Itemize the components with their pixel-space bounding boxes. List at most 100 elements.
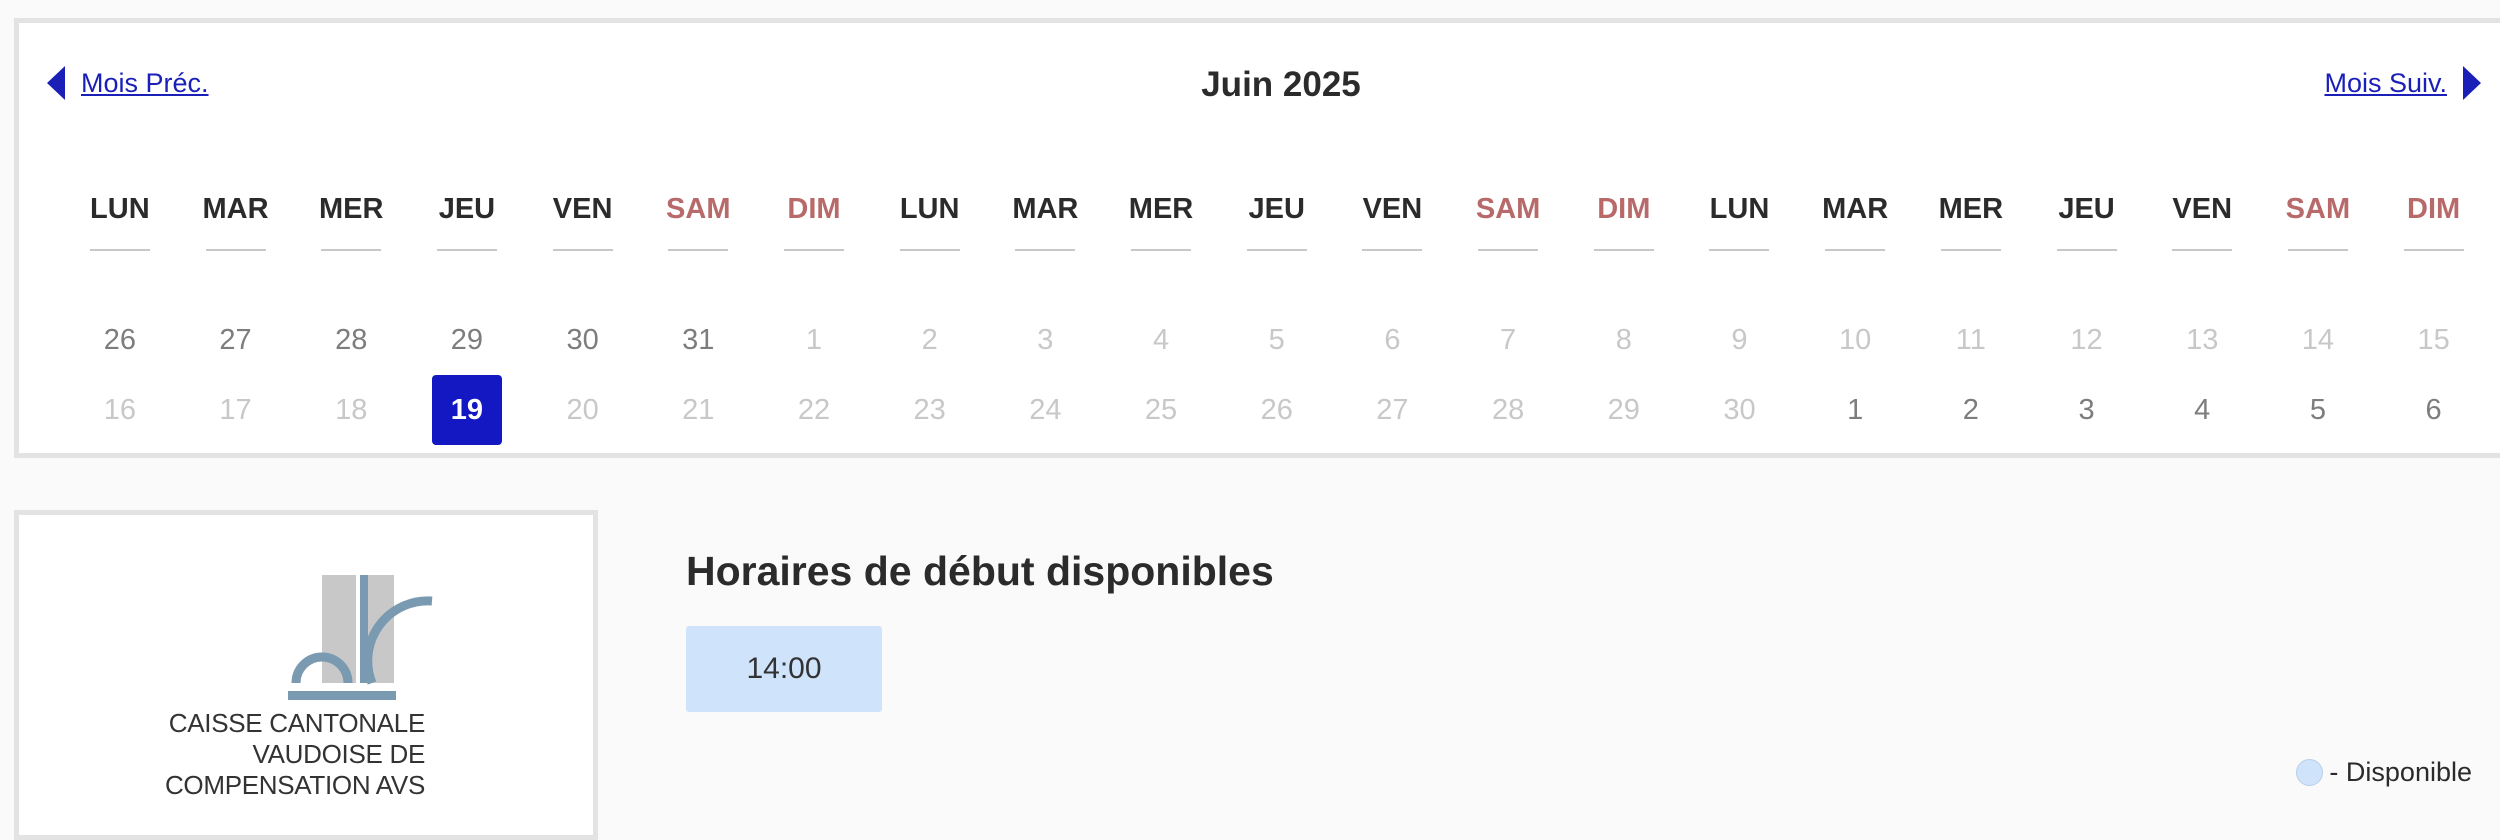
weekday-header: MAR bbox=[1797, 193, 1913, 255]
available-times-heading: Horaires de début disponibles bbox=[686, 548, 1274, 594]
grid-spacer bbox=[178, 255, 294, 305]
availability-legend: - Disponible bbox=[2296, 757, 2472, 788]
day-cell[interactable]: 31 bbox=[640, 305, 756, 375]
day-cell: 7 bbox=[1450, 305, 1566, 375]
day-cell: 22 bbox=[756, 375, 872, 445]
day-cell: 15 bbox=[2376, 305, 2492, 375]
day-number: 20 bbox=[566, 394, 599, 426]
day-number: 18 bbox=[335, 394, 368, 426]
grid-spacer bbox=[409, 255, 525, 305]
organization-logo-icon bbox=[288, 575, 433, 700]
organization-name: CAISSE CANTONALE VAUDOISE DE COMPENSATIO… bbox=[165, 708, 425, 801]
day-number: 3 bbox=[2078, 394, 2095, 426]
day-cell: 11 bbox=[1913, 305, 2029, 375]
weekday-header: VEN bbox=[2144, 193, 2260, 255]
day-number: 28 bbox=[335, 324, 368, 356]
day-cell: 14 bbox=[2260, 305, 2376, 375]
weekday-header: MER bbox=[293, 193, 409, 255]
weekday-header: LUN bbox=[1682, 193, 1798, 255]
day-number: 5 bbox=[2309, 394, 2326, 426]
weekday-header: MAR bbox=[178, 193, 294, 255]
day-number: 4 bbox=[2194, 394, 2211, 426]
day-number: 9 bbox=[1731, 324, 1748, 356]
day-cell: 21 bbox=[640, 375, 756, 445]
grid-spacer bbox=[756, 255, 872, 305]
prev-month-link[interactable]: Mois Préc. bbox=[47, 63, 209, 103]
grid-spacer bbox=[293, 255, 409, 305]
day-cell[interactable]: 30 bbox=[525, 305, 641, 375]
day-cell: 16 bbox=[62, 375, 178, 445]
arrow-left-icon bbox=[47, 66, 65, 100]
grid-spacer bbox=[2376, 255, 2492, 305]
day-cell[interactable]: 6 bbox=[2376, 375, 2492, 445]
day-number: 7 bbox=[1500, 324, 1517, 356]
day-cell: 29 bbox=[1566, 375, 1682, 445]
day-cell[interactable]: 4 bbox=[2144, 375, 2260, 445]
day-number: 27 bbox=[1376, 394, 1409, 426]
time-slot-button[interactable]: 14:00 bbox=[686, 626, 882, 712]
grid-spacer bbox=[872, 255, 988, 305]
day-number: 6 bbox=[1384, 324, 1401, 356]
grid-spacer bbox=[1335, 255, 1451, 305]
organization-name-line: CAISSE CANTONALE bbox=[168, 708, 426, 738]
day-cell: 4 bbox=[1103, 305, 1219, 375]
grid-spacer bbox=[1450, 255, 1566, 305]
day-cell: 27 bbox=[1335, 375, 1451, 445]
day-number: 26 bbox=[1260, 394, 1293, 426]
organization-name-line: VAUDOISE DE bbox=[252, 739, 426, 769]
day-cell[interactable]: 5 bbox=[2260, 375, 2376, 445]
day-cell: 20 bbox=[525, 375, 641, 445]
day-cell[interactable]: 3 bbox=[2029, 375, 2145, 445]
weekday-header: LUN bbox=[62, 193, 178, 255]
day-cell[interactable]: 29 bbox=[409, 305, 525, 375]
weekday-header: DIM bbox=[2376, 193, 2492, 255]
day-cell[interactable]: 2 bbox=[1913, 375, 2029, 445]
grid-spacer bbox=[1566, 255, 1682, 305]
day-number: 5 bbox=[1268, 324, 1285, 356]
weekday-header: VEN bbox=[1335, 193, 1451, 255]
day-cell[interactable]: 26 bbox=[62, 305, 178, 375]
weekday-header: MER bbox=[1103, 193, 1219, 255]
day-number: 2 bbox=[921, 324, 938, 356]
logo-panel: CAISSE CANTONALE VAUDOISE DE COMPENSATIO… bbox=[14, 510, 598, 840]
grid-spacer bbox=[2260, 255, 2376, 305]
day-number: 21 bbox=[682, 394, 715, 426]
day-number: 31 bbox=[682, 324, 715, 356]
day-number: 24 bbox=[1029, 394, 1062, 426]
day-cell[interactable]: 28 bbox=[293, 305, 409, 375]
day-cell[interactable]: 27 bbox=[178, 305, 294, 375]
day-cell[interactable]: 1 bbox=[1797, 375, 1913, 445]
weekday-header: MAR bbox=[988, 193, 1104, 255]
weekday-header: DIM bbox=[756, 193, 872, 255]
day-number: 22 bbox=[797, 394, 831, 426]
day-cell: 18 bbox=[293, 375, 409, 445]
day-cell: 1 bbox=[756, 305, 872, 375]
day-cell: 12 bbox=[2029, 305, 2145, 375]
next-month-link[interactable]: Mois Suiv. bbox=[2324, 63, 2481, 103]
day-number: 27 bbox=[219, 324, 252, 356]
organization-name-line: COMPENSATION AVS bbox=[164, 770, 425, 800]
weekday-header: MER bbox=[1913, 193, 2029, 255]
calendar-title: Juin 2025 bbox=[1201, 65, 1361, 104]
day-number: 3 bbox=[1037, 324, 1054, 356]
day-number: 30 bbox=[1723, 394, 1756, 426]
day-number: 12 bbox=[2070, 324, 2103, 356]
day-cell: 10 bbox=[1797, 305, 1913, 375]
weekday-header: JEU bbox=[1219, 193, 1335, 255]
day-cell: 30 bbox=[1682, 375, 1798, 445]
day-cell: 13 bbox=[2144, 305, 2260, 375]
available-swatch-icon bbox=[2296, 759, 2324, 786]
weekday-header: JEU bbox=[2029, 193, 2145, 255]
day-cell: 6 bbox=[1335, 305, 1451, 375]
legend-label: - Disponible bbox=[2329, 757, 2472, 787]
day-number: 8 bbox=[1615, 324, 1632, 356]
day-number: 30 bbox=[566, 324, 599, 356]
arrow-right-icon bbox=[2463, 66, 2481, 100]
grid-spacer bbox=[640, 255, 756, 305]
day-number: 13 bbox=[2186, 324, 2219, 356]
selected-day-cell[interactable]: 19 bbox=[409, 375, 525, 445]
grid-spacer bbox=[525, 255, 641, 305]
calendar-panel: Mois Préc. Juin 2025 Mois Suiv. LUN MAR ME… bbox=[14, 18, 2500, 458]
day-number: 6 bbox=[2425, 394, 2442, 426]
next-month-label: Mois Suiv. bbox=[2324, 67, 2447, 98]
